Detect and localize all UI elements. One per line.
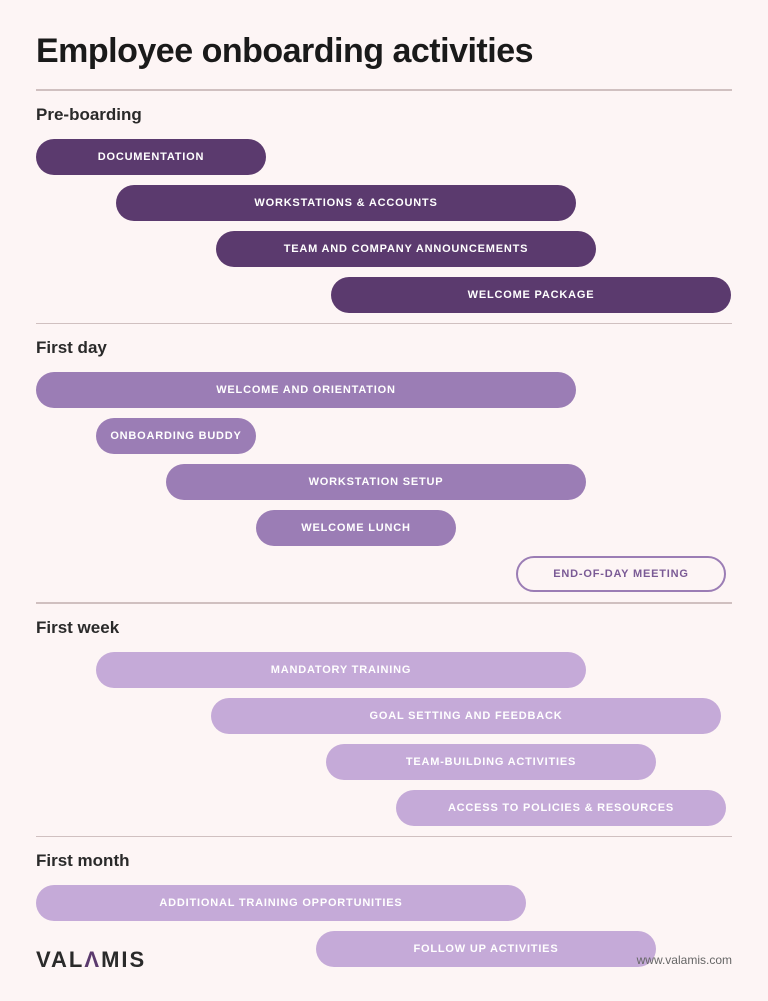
divider <box>36 602 732 604</box>
divider <box>36 323 732 325</box>
bar-row: ACCESS TO POLICIES & RESOURCES <box>36 790 732 826</box>
activity-bar: WORKSTATIONS & ACCOUNTS <box>116 185 576 221</box>
logo-text: VALΛMIS <box>36 947 146 973</box>
activity-bar: GOAL SETTING AND FEEDBACK <box>211 698 721 734</box>
divider <box>36 836 732 838</box>
page-title: Employee onboarding activities <box>36 32 732 71</box>
bar-row: WORKSTATION SETUP <box>36 464 732 500</box>
bar-row: WELCOME LUNCH <box>36 510 732 546</box>
section-pre-boarding: Pre-boarding DOCUMENTATION WORKSTATIONS & … <box>36 89 732 313</box>
bar-row: ONBOARDING BUDDY <box>36 418 732 454</box>
bar-row: MANDATORY TRAINING <box>36 652 732 688</box>
activity-bar: WELCOME AND ORIENTATION <box>36 372 576 408</box>
bar-row: DOCUMENTATION <box>36 139 732 175</box>
activity-bar: ADDITIONAL TRAINING OPPORTUNITIES <box>36 885 526 921</box>
activity-bar: DOCUMENTATION <box>36 139 266 175</box>
website-url: www.valamis.com <box>637 953 732 967</box>
activity-bar: WORKSTATION SETUP <box>166 464 586 500</box>
bar-row: END-OF-DAY MEETING <box>36 556 732 592</box>
section-first-week: First week MANDATORY TRAINING GOAL SETTING… <box>36 602 732 826</box>
activity-bar: ONBOARDING BUDDY <box>96 418 256 454</box>
activity-bar: TEAM-BUILDING ACTIVITIES <box>326 744 656 780</box>
bar-row: WELCOME AND ORIENTATION <box>36 372 732 408</box>
bar-row: TEAM-BUILDING ACTIVITIES <box>36 744 732 780</box>
section-label-first-day: First day <box>36 338 732 358</box>
activity-bar: WELCOME LUNCH <box>256 510 456 546</box>
activity-bar: WELCOME PACKAGE <box>331 277 731 313</box>
divider <box>36 89 732 91</box>
activity-bar: END-OF-DAY MEETING <box>516 556 726 592</box>
activity-bar: TEAM AND COMPANY ANNOUNCEMENTS <box>216 231 596 267</box>
section-label-first-month: First month <box>36 851 732 871</box>
bar-row: TEAM AND COMPANY ANNOUNCEMENTS <box>36 231 732 267</box>
footer: VALΛMIS www.valamis.com <box>36 947 732 973</box>
bar-row: WELCOME PACKAGE <box>36 277 732 313</box>
section-label-first-week: First week <box>36 618 732 638</box>
bar-row: WORKSTATIONS & ACCOUNTS <box>36 185 732 221</box>
section-label-pre-boarding: Pre-boarding <box>36 105 732 125</box>
activity-bar: ACCESS TO POLICIES & RESOURCES <box>396 790 726 826</box>
bar-row: GOAL SETTING AND FEEDBACK <box>36 698 732 734</box>
activity-bar: MANDATORY TRAINING <box>96 652 586 688</box>
section-first-day: First day WELCOME AND ORIENTATION ONBOARDI… <box>36 323 732 593</box>
bar-row: ADDITIONAL TRAINING OPPORTUNITIES <box>36 885 732 921</box>
